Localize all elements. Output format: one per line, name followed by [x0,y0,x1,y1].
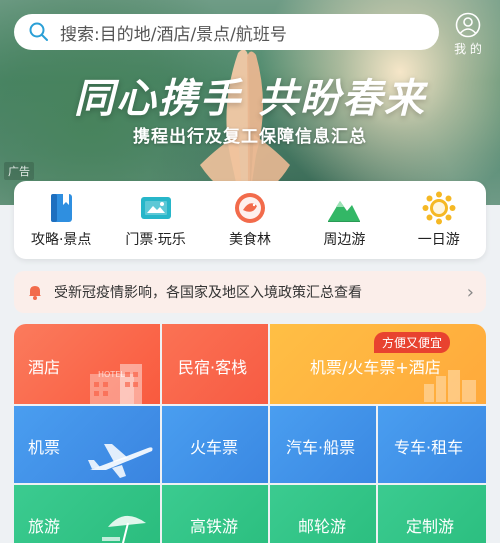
tile-hotel[interactable]: 酒店 HOTEL [14,324,160,404]
covid-notice[interactable]: 受新冠疫情影响，各国家及地区入境政策汇总查看 › [14,271,486,313]
tile-label: 机票 [28,438,61,457]
tile-label: 汽车·船票 [286,438,356,457]
tile-label: 高铁游 [190,517,239,536]
category-bar: 攻略·景点 门票·玩乐 美食林 周边游 一日游 [14,181,486,259]
chevron-right-icon: › [466,281,474,303]
tile-label: 火车票 [190,438,239,457]
category-label: 美食林 [228,232,271,248]
guide-book-icon [51,194,73,222]
ad-tag: 广告 [4,162,34,180]
beach-umbrella-icon [102,515,146,543]
tile-bus-ship[interactable]: 汽车·船票 [270,406,376,483]
tile-label: 旅游 [28,517,61,536]
category-nearby[interactable]: 周边游 [299,191,389,249]
banner-subtitle: 携程出行及复工保障信息汇总 [133,127,367,147]
tile-label: 邮轮游 [298,517,347,536]
tile-homestay[interactable]: 民宿·客栈 [162,324,268,404]
tile-car-rental[interactable]: 专车·租车 [378,406,486,483]
banner-title: 同心携手 共盼春来 [74,75,426,122]
ticket-icon [140,197,171,219]
category-guide[interactable]: 攻略·景点 [16,191,106,249]
tile-flight[interactable]: 机票 [14,406,160,483]
category-label: 攻略·景点 [30,232,92,248]
tile-high-speed-rail[interactable]: 高铁游 [162,485,268,543]
notice-text: 受新冠疫情影响，各国家及地区入境政策汇总查看 [54,285,362,301]
city-skyline-icon [424,370,476,402]
user-icon [455,12,481,38]
food-icon [234,193,265,223]
tile-custom[interactable]: 定制游 [378,485,486,543]
tile-train[interactable]: 火车票 [162,406,268,483]
tile-label: 定制游 [406,517,455,536]
tile-travel[interactable]: 旅游 [14,485,160,543]
my-account-button[interactable]: 我 的 [448,12,488,57]
hotel-building-icon [90,364,142,404]
search-input[interactable]: 搜索:目的地/酒店/景点/航班号 [14,14,439,50]
tile-flight-train-hotel[interactable]: 方便又便宜 机票/火车票+酒店 [270,324,486,404]
tile-label: 专车·租车 [394,438,464,457]
hotel-sign: HOTEL [98,370,125,379]
category-food[interactable]: 美食林 [205,191,295,249]
mountain-icon [328,201,361,222]
bell-icon [29,286,41,300]
search-icon [29,22,48,41]
category-label: 一日游 [417,232,460,248]
promo-badge: 方便又便宜 [374,332,451,353]
tile-label: 民宿·客栈 [178,358,248,377]
sun-icon [422,191,456,225]
category-day-trip[interactable]: 一日游 [394,191,484,249]
tile-label: 酒店 [28,358,61,377]
airplane-icon [88,444,153,478]
service-grid: 酒店 HOTEL 民宿·客栈 方便又便宜 机票/火车票+酒店 机票 火车票 汽车… [14,324,486,543]
category-label: 门票·玩乐 [125,232,186,248]
tile-cruise[interactable]: 邮轮游 [270,485,376,543]
my-account-label: 我 的 [454,42,482,56]
category-tickets[interactable]: 门票·玩乐 [111,191,201,249]
category-label: 周边游 [323,232,366,248]
search-placeholder: 搜索:目的地/酒店/景点/航班号 [60,24,287,45]
